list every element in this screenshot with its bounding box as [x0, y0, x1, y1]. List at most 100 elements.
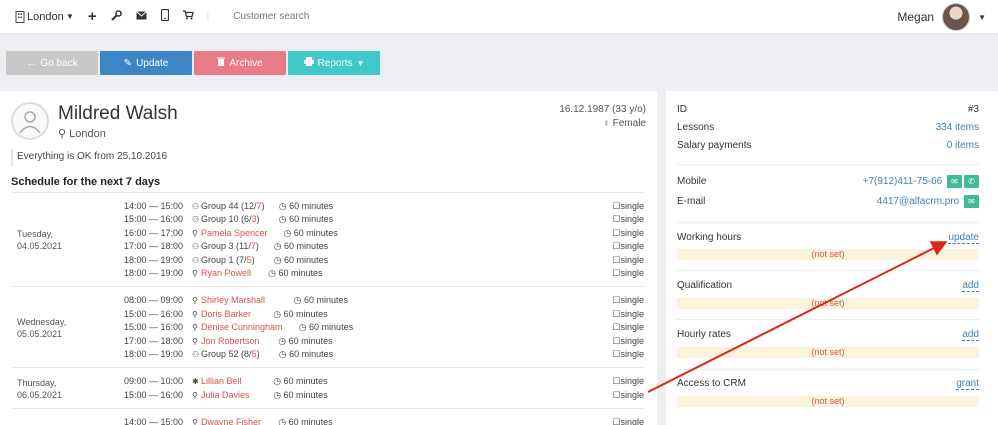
- student-link[interactable]: Julia Davies: [201, 390, 250, 400]
- group-size: 11: [239, 241, 249, 252]
- lesson-time: 18:00 — 19:00: [124, 348, 184, 359]
- lesson-kind: ☐single: [612, 376, 644, 387]
- lesson-row[interactable]: 15:00 — 16:00 ⚲ Doris Barker ◷ 60 minutes ☐s…: [124, 308, 644, 321]
- day-label: Tuesday, 04.05.2021: [17, 229, 63, 252]
- lesson-row[interactable]: 14:00 — 15:00 ⚇ Group 44 (12/7) ◷ 60 minute…: [124, 200, 644, 213]
- lesson-time: 17:00 — 18:00: [124, 241, 184, 252]
- mobile-row: Mobile +7(912)411-75-66 ✉ ✆: [677, 175, 979, 188]
- asterisk-icon: ✱: [192, 377, 199, 387]
- lesson-row[interactable]: 18:00 — 19:00 ⚇ Group 1 (7/5) ◷ 60 minutes ☐…: [124, 254, 644, 267]
- lesson-row[interactable]: 18:00 — 19:00 ⚲ Ryan Powell ◷ 60 minutes ☐si…: [124, 267, 644, 280]
- lesson-row[interactable]: 16:00 — 17:00 ⚲ Pamela Spencer ◷ 60 minutes…: [124, 227, 644, 240]
- salary-link[interactable]: 0 items: [947, 139, 979, 152]
- email-value[interactable]: 4417@alfacrm.pro: [877, 196, 959, 207]
- student-link[interactable]: Pamela Spencer: [201, 228, 268, 238]
- lesson-row[interactable]: 15:00 — 16:00 ⚲ Julia Davies ◷ 60 minutes ☐s…: [124, 389, 644, 402]
- hourly-rates-add-link[interactable]: add: [962, 329, 979, 341]
- avatar: [942, 3, 971, 31]
- reports-button[interactable]: Reports ▼: [288, 51, 380, 75]
- cart-button[interactable]: [176, 0, 201, 34]
- go-back-button[interactable]: ← Go back: [6, 51, 98, 75]
- lesson-row[interactable]: 15:00 — 16:00 ⚲ Denise Cunningham ◷ 60 minu…: [124, 321, 644, 334]
- clock-icon: ◷: [278, 201, 290, 211]
- student-link[interactable]: Denise Cunningham: [201, 322, 283, 332]
- lesson-row[interactable]: 15:00 — 16:00 ⚇ Group 10 (6/3) ◷ 60 minutes…: [124, 213, 644, 226]
- settings-button[interactable]: [104, 0, 129, 34]
- schedule-day: 14:00 — 15:00 ⚲ Dwayne Fisher ◷ 60 minutes ☐…: [11, 408, 645, 425]
- lesson-time: 09:00 — 10:00: [124, 376, 184, 387]
- clock-icon: ◷: [273, 308, 284, 319]
- mobile-value[interactable]: +7(912)411-75-66: [863, 176, 943, 187]
- group-link[interactable]: Group 44: [201, 201, 239, 211]
- student-link[interactable]: Shirley Marshall: [201, 295, 265, 305]
- lesson-kind: ☐single: [612, 416, 644, 425]
- group-icon: ⚇: [192, 255, 200, 265]
- lesson-kind: ☐single: [612, 295, 644, 306]
- add-button[interactable]: +: [81, 0, 104, 34]
- lessons-link[interactable]: 334 items: [936, 121, 979, 134]
- user-icon: ⚲: [192, 269, 198, 278]
- mobile-button[interactable]: [154, 0, 176, 34]
- lesson-duration: ◷ 60 minutes: [283, 227, 338, 238]
- working-hours-update-link[interactable]: update: [948, 232, 979, 244]
- student-link[interactable]: Lillian Bell: [201, 376, 242, 386]
- lesson-time: 08:00 — 09:00: [124, 295, 184, 306]
- group-link[interactable]: Group 52: [201, 349, 239, 359]
- customer-search-input[interactable]: Customer search: [233, 11, 309, 22]
- female-icon: ♀: [602, 118, 610, 129]
- user-menu[interactable]: Megan ▼: [897, 0, 986, 34]
- group-link[interactable]: Group 1: [201, 255, 234, 265]
- update-button[interactable]: ✎ Update: [100, 51, 192, 75]
- user-icon: ⚲: [192, 296, 198, 306]
- lesson-row[interactable]: 17:00 — 18:00 ⚲ Jon Robertson ◷ 60 minutes ☐…: [124, 335, 644, 348]
- lesson-time: 14:00 — 15:00: [124, 417, 184, 425]
- lesson-duration: ◷ 60 minutes: [278, 416, 332, 425]
- qualification-value: (not set): [677, 298, 979, 309]
- student-link[interactable]: Ryan Powell: [201, 268, 251, 278]
- call-phone-icon[interactable]: ✆: [964, 175, 979, 188]
- lesson-row[interactable]: 09:00 — 10:00 ✱ Lillian Bell ◷ 60 minutes ☐s…: [124, 375, 644, 388]
- lesson-row[interactable]: 18:00 — 19:00 ⚇ Group 52 (8/5) ◷ 60 minutes…: [124, 348, 644, 361]
- lesson-row[interactable]: 08:00 — 09:00 ⚲ Shirley Marshall ◷ 60 minut…: [124, 294, 644, 307]
- mail-button[interactable]: [129, 0, 154, 34]
- working-hours-section: Working hours update: [677, 232, 979, 244]
- lesson-kind: ☐single: [612, 254, 644, 265]
- lesson-kind: ☐single: [612, 389, 644, 400]
- working-hours-value: (not set): [677, 249, 979, 260]
- group-icon: ⚇: [192, 242, 200, 252]
- qualification-add-link[interactable]: add: [962, 280, 979, 292]
- customer-panel: Mildred Walsh ⚲ London 16.12.1987 (33 y/…: [0, 91, 657, 425]
- user-icon: ⚲: [192, 323, 198, 333]
- sms-envelope-icon[interactable]: ✉: [947, 175, 962, 188]
- send-email-icon[interactable]: ✉: [964, 195, 979, 208]
- crm-access-grant-link[interactable]: grant: [956, 378, 979, 390]
- lesson-row[interactable]: 17:00 — 18:00 ⚇ Group 3 (11/7) ◷ 60 minutes…: [124, 240, 644, 253]
- student-link[interactable]: Doris Barker: [201, 309, 251, 319]
- group-link[interactable]: Group 3: [201, 241, 234, 251]
- group-link[interactable]: Group 10: [201, 214, 239, 224]
- lesson-duration: ◷ 60 minutes: [273, 389, 328, 400]
- crm-access-value: (not set): [677, 396, 979, 407]
- lesson-row[interactable]: 14:00 — 15:00 ⚲ Dwayne Fisher ◷ 60 minutes ☐…: [124, 416, 644, 425]
- branch-selector[interactable]: London ▼: [6, 0, 81, 34]
- group-icon: ⚇: [192, 349, 200, 359]
- schedule-title: Schedule for the next 7 days: [11, 176, 161, 188]
- lesson-duration: ◷ 60 minutes: [278, 214, 334, 225]
- lesson-subject: ⚇ Group 1 (7/5): [192, 254, 255, 265]
- lesson-kind: ☐single: [612, 201, 644, 211]
- details-panel: ID #3 Lessons 334 items Salary payments …: [666, 91, 998, 425]
- customer-name: Mildred Walsh: [58, 103, 178, 124]
- id-value: #3: [967, 104, 979, 115]
- lesson-duration: ◷ 60 minutes: [268, 268, 323, 278]
- clock-icon: ◷: [273, 241, 285, 252]
- student-link[interactable]: Jon Robertson: [201, 336, 260, 346]
- lesson-subject: ⚇ Group 52 (8/5): [192, 348, 260, 359]
- user-icon: ⚲: [192, 228, 198, 238]
- divider: [677, 270, 979, 271]
- archive-button[interactable]: Archive: [194, 51, 286, 75]
- arrow-left-icon: ←: [26, 57, 37, 69]
- lesson-subject: ✱ Lillian Bell: [192, 375, 242, 388]
- user-icon: ⚲: [192, 418, 198, 425]
- student-link[interactable]: Dwayne Fisher: [201, 417, 261, 425]
- trash-icon: [217, 57, 226, 69]
